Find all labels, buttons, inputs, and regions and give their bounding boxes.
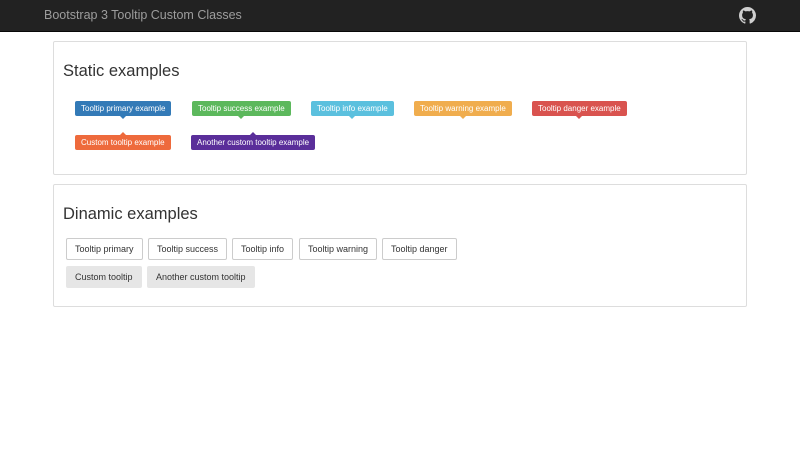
dynamic-examples-heading: Dinamic examples [63,205,198,223]
dynamic-examples-panel: Dinamic examples Tooltip primary Tooltip… [53,184,747,307]
custom-tooltip-button[interactable]: Custom tooltip [66,266,142,288]
another-custom-tooltip-example: Another custom tooltip example [191,132,316,150]
github-icon[interactable] [739,7,756,24]
top-navbar: Bootstrap 3 Tooltip Custom Classes [0,0,800,32]
tooltip-info-example: Tooltip info example [311,101,394,119]
custom-tooltip-example: Custom tooltip example [75,132,171,150]
another-custom-tooltip-button[interactable]: Another custom tooltip [147,266,255,288]
tooltip-primary-example: Tooltip primary example [75,101,172,119]
tooltip-info-button[interactable]: Tooltip info [232,238,294,260]
static-examples-panel: Static examples Tooltip primary example … [53,41,747,175]
tooltip-primary-button[interactable]: Tooltip primary [66,238,143,260]
static-examples-heading: Static examples [63,62,180,80]
tooltip-danger-example: Tooltip danger example [532,101,627,119]
tooltip-warning-example: Tooltip warning example [414,101,512,119]
tooltip-danger-button[interactable]: Tooltip danger [382,238,457,260]
tooltip-warning-button[interactable]: Tooltip warning [299,238,378,260]
tooltip-success-example: Tooltip success example [192,101,291,119]
tooltip-success-button[interactable]: Tooltip success [148,238,228,260]
navbar-brand[interactable]: Bootstrap 3 Tooltip Custom Classes [44,8,242,22]
